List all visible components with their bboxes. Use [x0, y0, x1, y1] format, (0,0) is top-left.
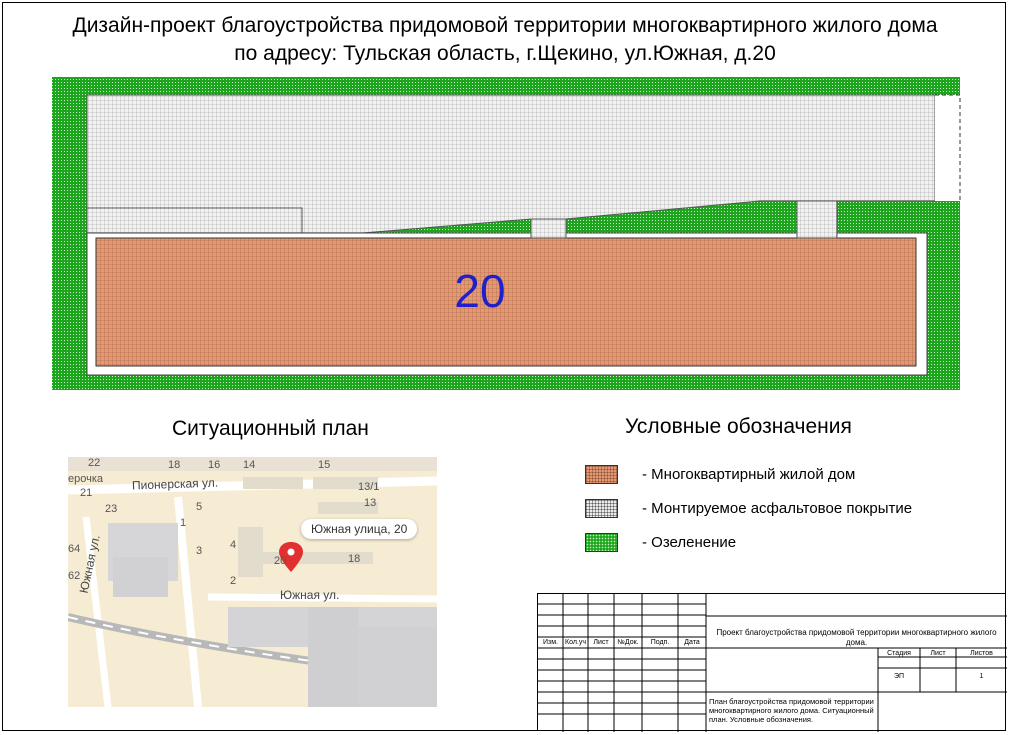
stamp-drawing-title: План благоустройства придомовой территор… — [709, 697, 874, 724]
legend-label: - Многоквартирный жилой дом — [642, 465, 856, 483]
house-number-label: 20 — [454, 265, 506, 317]
building-label: 4 — [230, 539, 237, 551]
building-label: 1 — [180, 517, 187, 529]
situation-map: 22 18 16 14 15 ерочка 21 23 5 13/1 13 1 … — [68, 457, 437, 707]
stamp-sheets-value: 1 — [979, 673, 984, 680]
building-label: 16 — [208, 459, 221, 471]
white-path-right — [935, 95, 960, 201]
title-block: Изм. Кол.уч Лист №Док. Подп. Дата Проект… — [537, 593, 1007, 732]
greenery-swatch — [585, 532, 618, 552]
street-label: Южная ул. — [280, 588, 340, 602]
building-label: 23 — [105, 503, 118, 515]
building-label: 21 — [80, 487, 93, 499]
stamp-header: Кол.уч — [565, 639, 586, 646]
building-label: 5 — [196, 501, 203, 513]
legend-item-house: - Многоквартирный жилой дом — [585, 464, 855, 484]
site-plan — [52, 77, 961, 390]
asphalt-swatch — [585, 498, 618, 518]
stamp-sheet-label: Лист — [930, 650, 946, 657]
building-label: 18 — [348, 553, 361, 565]
partial-label: ерочка — [68, 473, 104, 485]
building-label: 20 — [274, 555, 287, 567]
building-label: 2 — [230, 575, 237, 587]
stamp-header: Подп. — [650, 639, 670, 646]
situation-plan-title: Ситуационный план — [172, 417, 369, 440]
stamp-sheets-label: Листов — [970, 650, 993, 657]
map-pin-label: Южная улица, 20 — [301, 519, 418, 539]
stamp-header: №Док. — [617, 639, 639, 646]
legend-label: - Озеленение — [642, 533, 737, 551]
building-label: 13 — [364, 497, 377, 509]
house-swatch — [585, 464, 618, 484]
legend-item-asphalt: - Монтируемое асфальтовое покрытие — [585, 498, 912, 518]
building-label: 15 — [318, 459, 331, 471]
building-label: 14 — [243, 459, 256, 471]
building-label: 18 — [168, 459, 181, 471]
stamp-header: Лист — [593, 639, 609, 646]
legend-item-greenery: - Озеленение — [585, 532, 736, 552]
street-label: Пионерская ул. — [131, 475, 219, 493]
building-label: 22 — [88, 457, 101, 469]
building-label: 3 — [196, 545, 203, 557]
entrance-1-asphalt — [530, 218, 567, 239]
stamp-header: Изм. — [543, 639, 558, 646]
building-label: 13/1 — [358, 481, 380, 493]
stamp-project-title: Проект благоустройства придомовой террит… — [716, 628, 997, 647]
stamp-stage-value: ЭП — [893, 673, 905, 680]
stamp-header: Дата — [684, 639, 700, 646]
legend-label: - Монтируемое асфальтовое покрытие — [642, 499, 913, 517]
stamp-stage-label: Стадия — [887, 650, 911, 657]
building-label: 64 — [68, 543, 81, 555]
entrance-2-asphalt — [796, 200, 838, 239]
legend-title: Условные обозначения — [625, 415, 852, 438]
